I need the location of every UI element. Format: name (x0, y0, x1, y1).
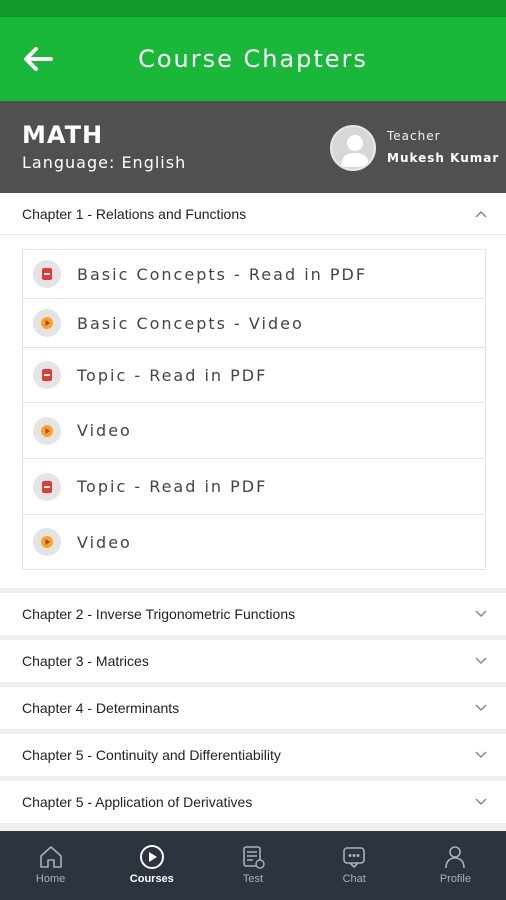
lesson-item[interactable]: Video (23, 515, 485, 569)
chevron-up-icon (474, 207, 488, 221)
lesson-label: Topic - Read in PDF (77, 477, 268, 496)
nav-label: Chat (342, 873, 366, 885)
nav-label: Home (35, 873, 66, 885)
chevron-down-icon (474, 748, 488, 762)
test-icon (243, 846, 265, 869)
lesson-label: Basic Concepts - Read in PDF (77, 264, 368, 284)
chapter-title: Chapter 1 - Relations and Functions (22, 205, 247, 222)
play-icon (33, 528, 61, 556)
chapter-header[interactable]: Chapter 5 - Continuity and Differentiabi… (0, 734, 506, 776)
chapter-item[interactable]: Chapter 5 - Continuity and Differentiabi… (0, 734, 506, 776)
chevron-down-icon (474, 654, 488, 668)
nav-courses[interactable]: Courses (101, 831, 202, 900)
play-icon (33, 309, 61, 337)
lesson-label: Video (77, 532, 132, 552)
chapter-title: Chapter 5 - Application of Derivatives (22, 794, 253, 810)
pdf-icon (33, 361, 61, 389)
pdf-icon (33, 472, 61, 501)
course-header: MATH Language: English Teacher Mukesh Ku… (0, 101, 506, 193)
chapter-header[interactable]: Chapter 4 - Determinants (0, 687, 506, 729)
page-title: Course Chapters (138, 45, 368, 73)
chapter-item[interactable]: Chapter 5 - Application of Derivatives (0, 781, 506, 823)
course-subject: MATH (22, 121, 104, 149)
lesson-label: Video (77, 421, 132, 440)
chat-icon (343, 847, 366, 869)
chapter-header[interactable]: Chapter 3 - Matrices (0, 640, 506, 682)
nav-profile[interactable]: Profile (405, 831, 506, 900)
play-circle-icon (139, 845, 164, 869)
chapter-header[interactable]: Chapter 2 - Inverse Trigonometric Functi… (0, 593, 506, 635)
nav-test[interactable]: Test (202, 831, 303, 900)
profile-icon (445, 846, 466, 869)
chapter-header[interactable]: Chapter 1 - Relations and Functions (0, 193, 506, 235)
lesson-item[interactable]: Basic Concepts - Read in PDF (23, 250, 485, 299)
chapter-title: Chapter 2 - Inverse Trigonometric Functi… (22, 606, 296, 622)
chapter-1-panel: Chapter 1 - Relations and Functions Basi… (0, 193, 506, 588)
chapter-header[interactable]: Chapter 5 - Application of Derivatives (0, 781, 506, 823)
lesson-label: Topic - Read in PDF (77, 365, 268, 385)
bottom-navigation: Home Courses Test Chat Profile (0, 831, 506, 900)
lesson-item[interactable]: Topic - Read in PDF (23, 459, 485, 515)
teacher-label: Teacher (387, 129, 441, 143)
home-icon (39, 846, 62, 868)
lesson-label: Basic Concepts - Video (77, 313, 304, 333)
lesson-list: Basic Concepts - Read in PDF Basic Conce… (22, 249, 486, 570)
chevron-down-icon (474, 701, 488, 715)
nav-chat[interactable]: Chat (304, 831, 405, 900)
chevron-down-icon (474, 795, 488, 809)
user-icon (341, 135, 369, 167)
chevron-down-icon (474, 607, 488, 621)
nav-label: Test (242, 873, 264, 885)
course-language: Language: English (22, 153, 187, 172)
teacher-avatar (330, 125, 376, 171)
play-icon (33, 416, 61, 445)
pdf-icon (33, 260, 61, 288)
lesson-item[interactable]: Basic Concepts - Video (23, 299, 485, 348)
chapter-title: Chapter 5 - Continuity and Differentiabi… (22, 747, 281, 763)
lesson-item[interactable]: Video (23, 403, 485, 459)
arrow-left-icon (24, 47, 53, 71)
nav-home[interactable]: Home (0, 831, 101, 900)
chapter-title: Chapter 3 - Matrices (22, 653, 149, 669)
nav-label: Courses (129, 873, 174, 885)
back-button[interactable] (20, 43, 56, 75)
app-bar: Course Chapters (0, 17, 506, 101)
chapter-title: Chapter 4 - Determinants (22, 700, 180, 716)
teacher-name: Mukesh Kumar (387, 151, 500, 165)
status-bar (0, 0, 506, 17)
chapter-item[interactable]: Chapter 4 - Determinants (0, 687, 506, 729)
nav-label: Profile (439, 873, 471, 885)
chapter-item[interactable]: Chapter 3 - Matrices (0, 640, 506, 682)
lesson-item[interactable]: Topic - Read in PDF (23, 348, 485, 403)
chapter-item[interactable]: Chapter 2 - Inverse Trigonometric Functi… (0, 593, 506, 635)
